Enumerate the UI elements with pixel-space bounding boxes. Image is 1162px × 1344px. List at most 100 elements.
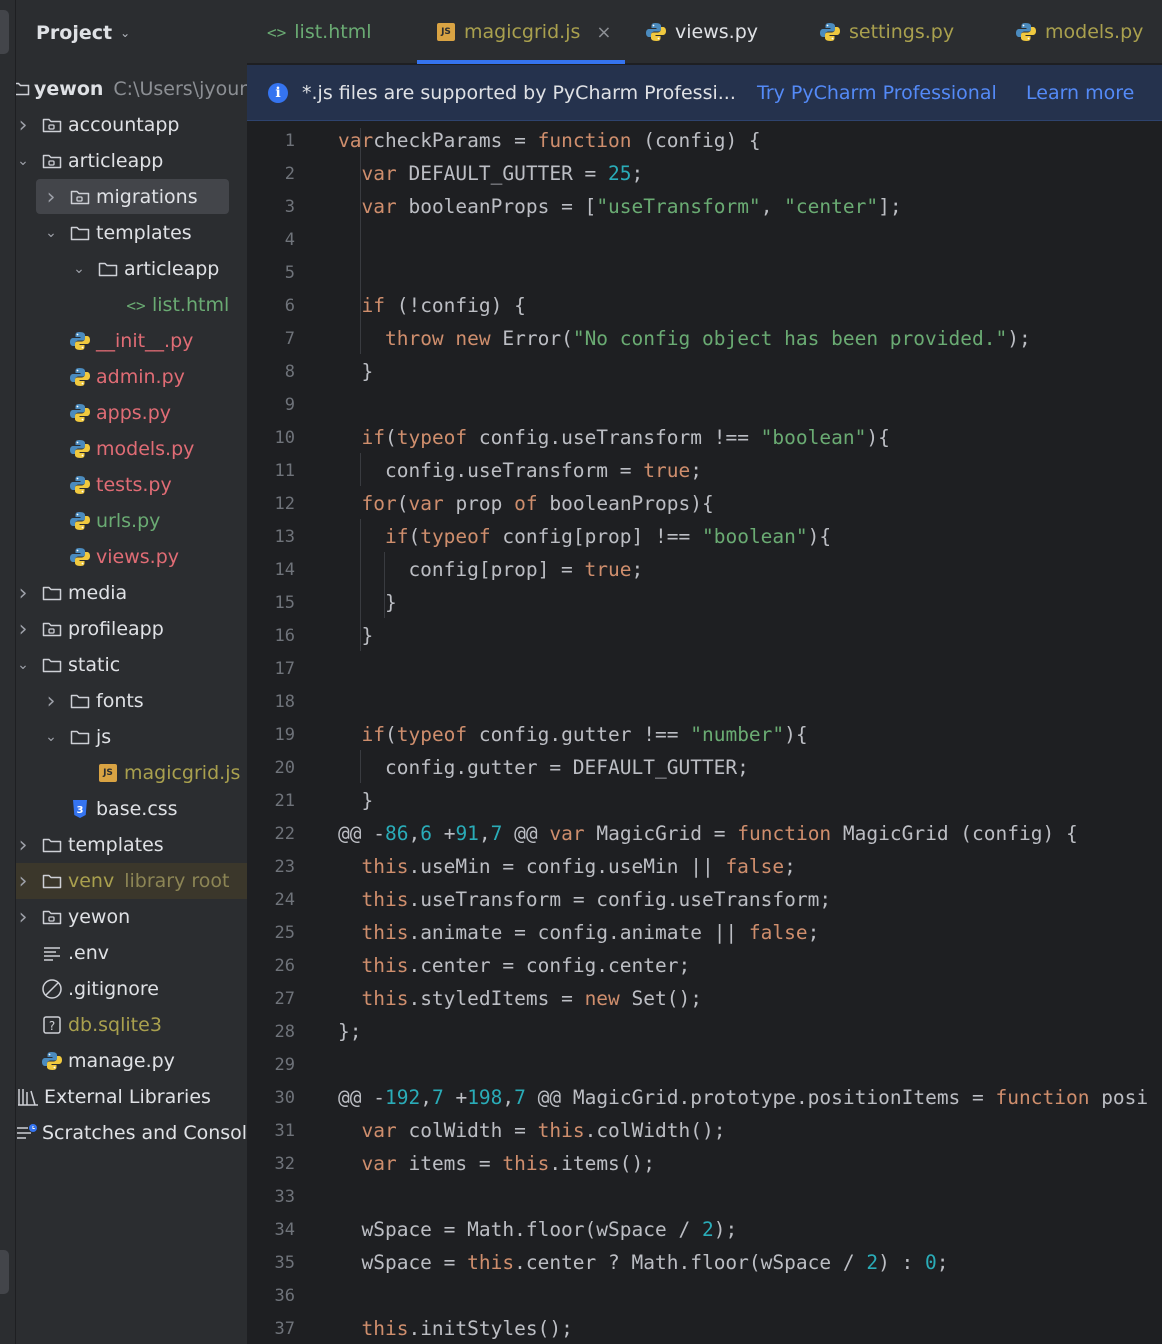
svg-text:?: ? <box>49 1019 55 1033</box>
chevron-right-icon[interactable]: › <box>16 581 30 606</box>
module-folder-icon <box>40 150 64 172</box>
tab-models-py[interactable]: models.py <box>1015 0 1143 64</box>
tree-item-manage-py[interactable]: manage.py <box>16 1043 247 1079</box>
folder-icon <box>68 726 92 748</box>
code-line: if(typeof config.useTransform !== "boole… <box>361 426 890 449</box>
tree-item-accountapp[interactable]: › accountapp <box>16 107 247 143</box>
line-number: 16 <box>274 626 295 646</box>
tree-item-list-html[interactable]: <> list.html <box>16 287 247 323</box>
tree-item-label: venv <box>68 870 115 892</box>
tree-item-js[interactable]: ⌄ js <box>16 719 247 755</box>
tree-item-articleapp[interactable]: ⌄ articleapp <box>16 143 247 179</box>
line-number: 31 <box>274 1121 295 1141</box>
tab-settings-py[interactable]: settings.py <box>819 0 954 64</box>
tree-item-articleapp-templates[interactable]: ⌄ articleapp <box>16 251 247 287</box>
line-number: 20 <box>274 758 295 778</box>
tree-item-label: articleapp <box>68 150 164 172</box>
chevron-right-icon[interactable]: › <box>16 833 30 858</box>
tree-root-label: yewon <box>34 78 104 100</box>
code-editor[interactable]: varcheckParams = function (config) { var… <box>338 122 1162 1344</box>
chevron-right-icon[interactable]: › <box>16 617 30 642</box>
tree-item-base-css[interactable]: 3 base.css <box>16 791 247 827</box>
tree-item-scratches[interactable]: Scratches and Consoles <box>16 1115 247 1151</box>
tree-item-label: js <box>96 726 112 748</box>
tree-item-fonts[interactable]: › fonts <box>16 683 247 719</box>
tree-item-profileapp[interactable]: › profileapp <box>16 611 247 647</box>
tree-item-gitignore[interactable]: .gitignore <box>16 971 247 1007</box>
tree-item-models-py[interactable]: models.py <box>16 431 247 467</box>
line-number: 1 <box>284 131 295 151</box>
tree-item-migrations[interactable]: › migrations <box>16 179 247 215</box>
tree-item-label: models.py <box>96 438 195 460</box>
code-line: if (!config) { <box>361 294 526 317</box>
tree-item-label: yewon <box>68 906 131 928</box>
chevron-right-icon[interactable]: › <box>44 689 58 714</box>
python-icon <box>40 1050 64 1072</box>
line-number: 4 <box>284 230 295 250</box>
tree-item-label: migrations <box>96 186 198 208</box>
line-number: 10 <box>274 428 295 448</box>
chevron-down-icon[interactable]: ⌄ <box>44 729 58 745</box>
code-line: } <box>338 789 374 812</box>
line-number: 29 <box>274 1055 295 1075</box>
code-line: var colWidth = this.colWidth(); <box>361 1119 726 1142</box>
chevron-down-icon[interactable]: ⌄ <box>72 261 86 277</box>
tree-item-init-py[interactable]: __init__.py <box>16 323 247 359</box>
code-line: config[prop] = true; <box>338 558 644 581</box>
strip-button-top[interactable] <box>0 10 9 54</box>
tree-item-venv[interactable]: › venv library root <box>16 863 247 899</box>
line-number: 11 <box>274 461 295 481</box>
tree-item-label: articleapp <box>124 258 220 280</box>
chevron-right-icon[interactable]: › <box>16 869 30 894</box>
svg-text:3: 3 <box>77 805 84 816</box>
tree-item-views-py[interactable]: views.py <box>16 539 247 575</box>
code-line: this.useMin = config.useMin || false; <box>361 855 796 878</box>
tab-list-html[interactable]: <> list.html <box>267 0 372 64</box>
tree-item-media[interactable]: › media <box>16 575 247 611</box>
tree-item-external-libraries[interactable]: External Libraries <box>16 1079 247 1115</box>
learn-more-link[interactable]: Learn more <box>1026 82 1134 104</box>
chevron-right-icon[interactable]: › <box>16 113 30 138</box>
tree-root-yewon[interactable]: yewon C:\Users\jyour <box>16 71 247 107</box>
tree-item-tests-py[interactable]: tests.py <box>16 467 247 503</box>
tree-item-yewon[interactable]: › yewon <box>16 899 247 935</box>
tree-item-templates-root[interactable]: › templates <box>16 827 247 863</box>
line-number: 9 <box>284 395 295 415</box>
line-number: 33 <box>274 1187 295 1207</box>
chevron-down-icon[interactable]: ⌄ <box>16 153 30 169</box>
tree-item-label: .gitignore <box>68 978 159 1000</box>
code-line: this.center = config.center; <box>361 954 691 977</box>
close-tab-icon[interactable]: × <box>596 22 611 43</box>
line-number: 7 <box>284 329 295 349</box>
tree-item-apps-py[interactable]: apps.py <box>16 395 247 431</box>
python-icon <box>68 438 92 460</box>
js-icon: JS <box>437 23 455 41</box>
code-line: varcheckParams = function (config) { <box>338 129 761 152</box>
tree-item-db-sqlite3[interactable]: ? db.sqlite3 <box>16 1007 247 1043</box>
code-line: this.animate = config.animate || false; <box>361 921 820 944</box>
tree-item-label: accountapp <box>68 114 180 136</box>
tree-item-magicgrid-js[interactable]: JS magicgrid.js <box>16 755 247 791</box>
project-view-selector[interactable]: Project ⌄ <box>36 18 130 48</box>
strip-button-bottom[interactable] <box>0 1250 9 1294</box>
tree-item-admin-py[interactable]: admin.py <box>16 359 247 395</box>
line-number-gutter: 1 2 3 4 5 6 7 8 9 10 11 12 13 14 15 16 17 18 19 20 21 22 23 24 2… <box>247 122 327 1344</box>
tree-item-templates[interactable]: ⌄ templates <box>16 215 247 251</box>
chevron-right-icon[interactable]: › <box>44 185 58 210</box>
tree-item-urls-py[interactable]: urls.py <box>16 503 247 539</box>
folder-icon <box>40 582 64 604</box>
tab-views-py[interactable]: views.py <box>645 0 758 64</box>
tree-item-static[interactable]: ⌄ static <box>16 647 247 683</box>
folder-icon <box>40 654 64 676</box>
code-line: } <box>338 360 374 383</box>
chevron-right-icon[interactable]: › <box>16 905 30 930</box>
line-number: 30 <box>274 1088 295 1108</box>
line-number: 24 <box>274 890 295 910</box>
chevron-down-icon[interactable]: ⌄ <box>16 657 30 673</box>
tree-item-env[interactable]: .env <box>16 935 247 971</box>
tab-magicgrid-js[interactable]: JS magicgrid.js × <box>417 0 625 64</box>
line-number: 35 <box>274 1253 295 1273</box>
line-number: 32 <box>274 1154 295 1174</box>
chevron-down-icon[interactable]: ⌄ <box>44 225 58 241</box>
try-pycharm-professional-link[interactable]: Try PyCharm Professional <box>757 82 997 104</box>
